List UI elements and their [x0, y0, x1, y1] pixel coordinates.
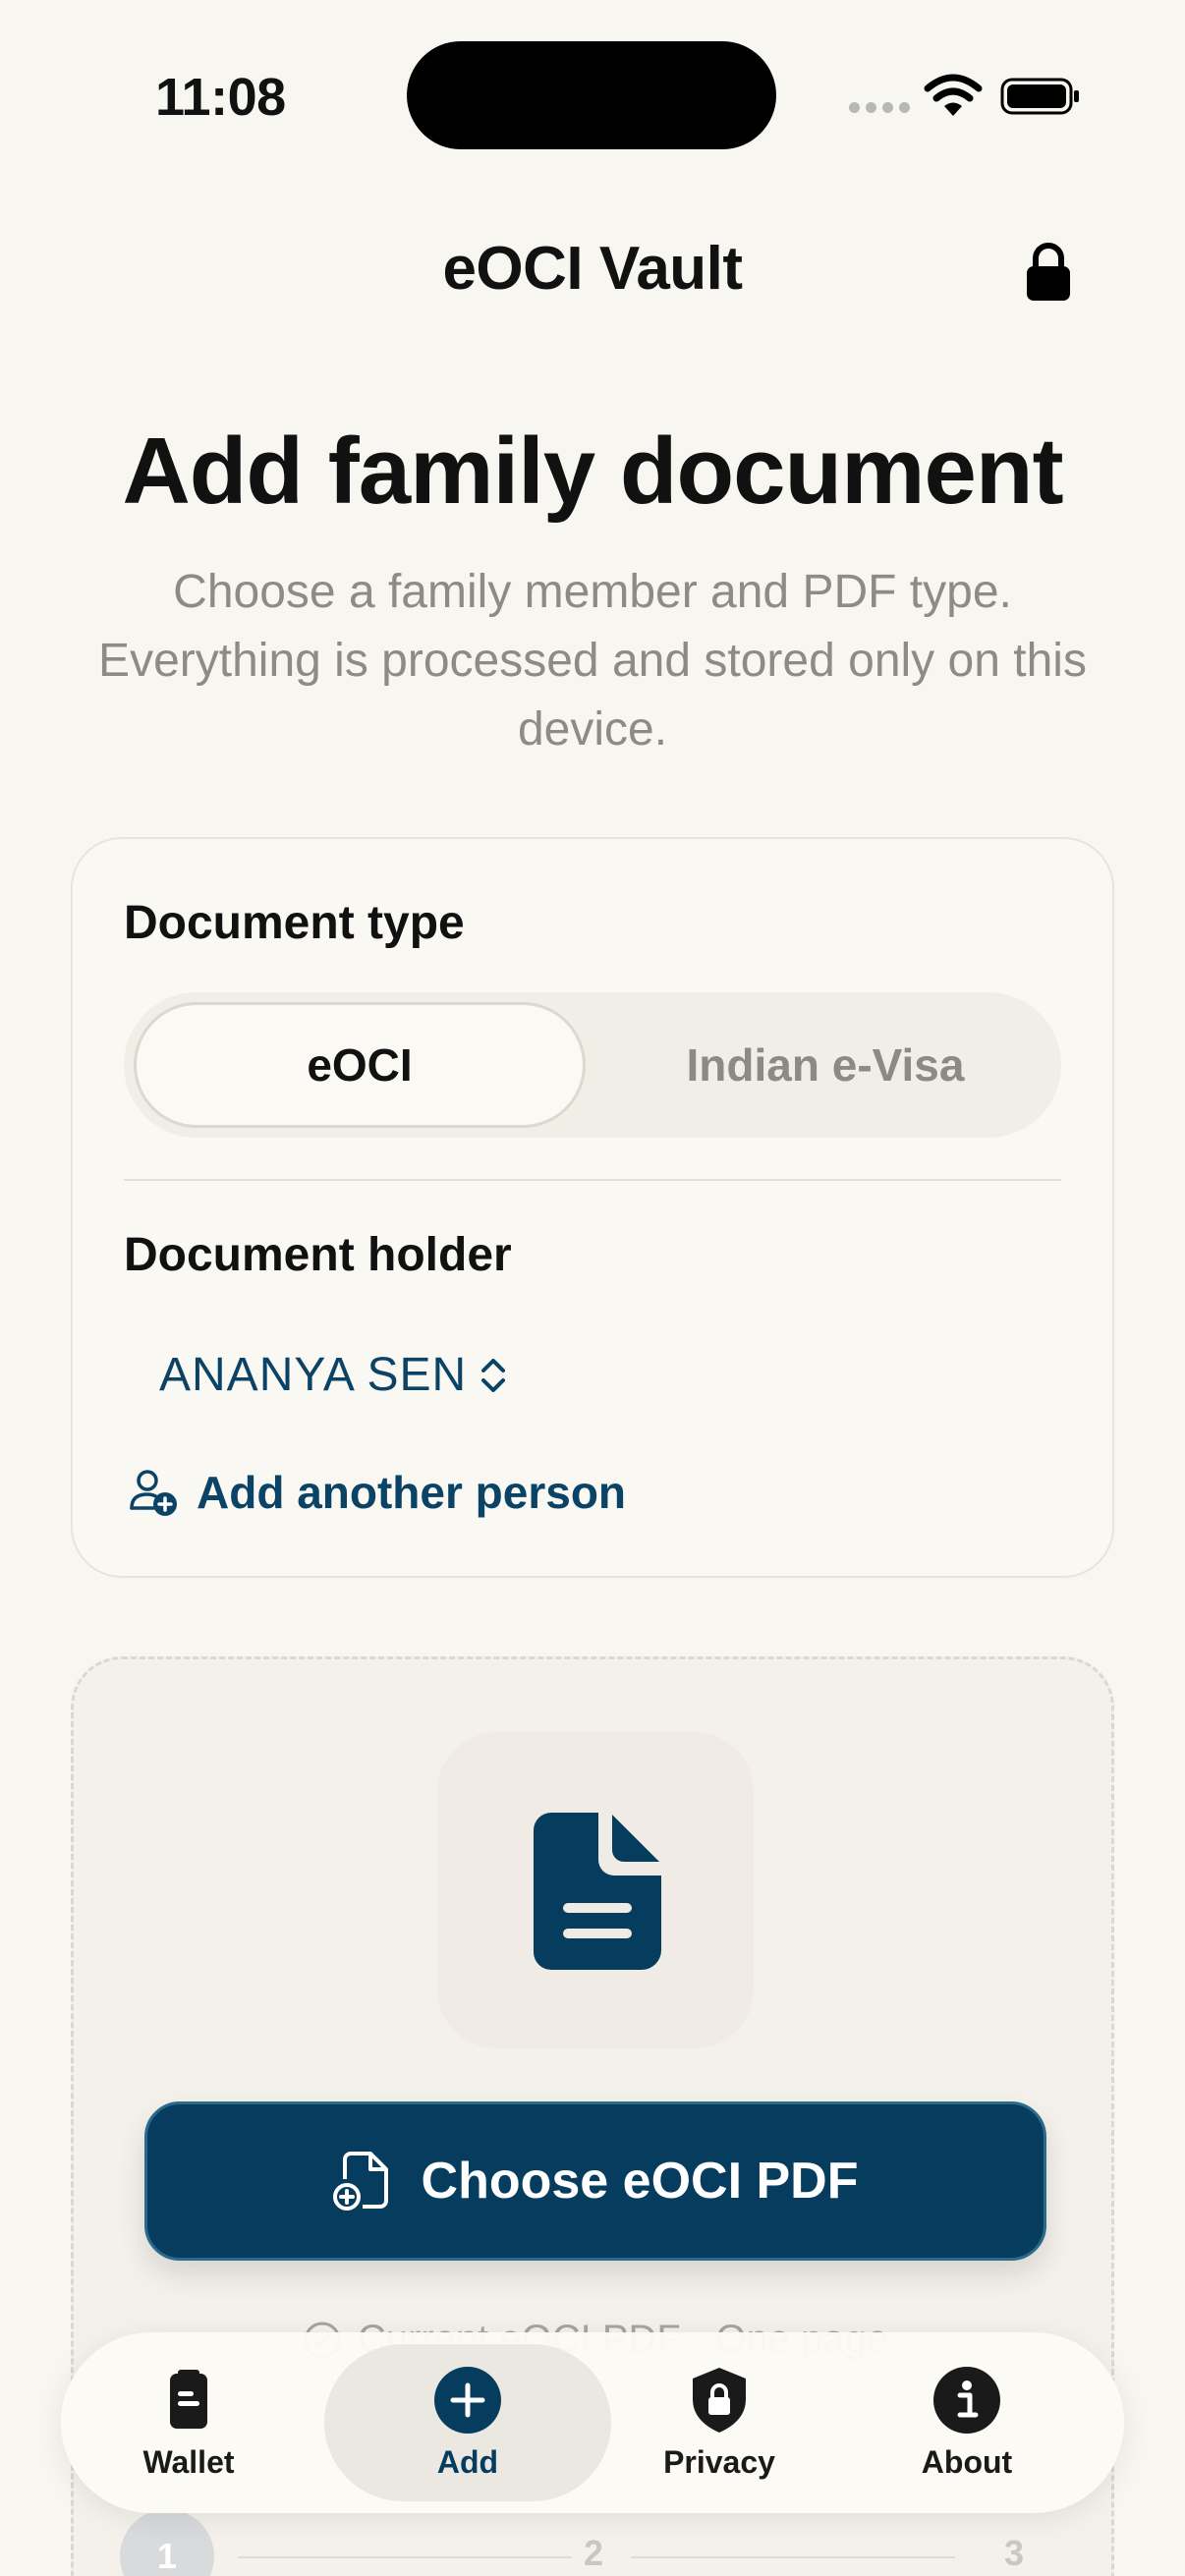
- step-2: 2: [584, 2533, 604, 2573]
- tab-bar: Wallet Add Privacy About: [61, 2332, 1124, 2513]
- tab-privacy-label: Privacy: [663, 2443, 775, 2480]
- step-1: 1: [120, 2509, 214, 2576]
- tab-add-label: Add: [436, 2443, 499, 2480]
- tab-about-label: About: [921, 2443, 1013, 2480]
- cellular-signal-icon: [849, 102, 910, 113]
- wifi-icon: [924, 74, 983, 116]
- choose-pdf-button[interactable]: Choose eOCI PDF: [144, 2101, 1046, 2261]
- holder-picker[interactable]: ANANYA SEN: [159, 1348, 508, 1402]
- wallet-icon: [170, 2369, 207, 2429]
- document-add-icon: [332, 2152, 388, 2211]
- tab-wallet-label: Wallet: [142, 2443, 235, 2480]
- plus-circle-icon: [434, 2366, 501, 2434]
- add-another-person-button[interactable]: Add another person: [128, 1466, 626, 1519]
- page-title: Add family document: [122, 419, 1063, 524]
- choose-pdf-label: Choose eOCI PDF: [421, 2153, 859, 2210]
- document-icon: [534, 1813, 661, 1970]
- document-holder-label: Document holder: [124, 1229, 512, 1281]
- step-connector: [631, 2556, 955, 2558]
- tab-privacy[interactable]: Privacy: [621, 2332, 818, 2513]
- segment-eoci[interactable]: eOCI: [134, 1002, 586, 1128]
- info-circle-icon: [933, 2366, 1000, 2434]
- section-divider: [124, 1179, 1061, 1181]
- segment-indian-evisa[interactable]: Indian e-Visa: [599, 1002, 1051, 1128]
- tab-add[interactable]: Add: [324, 2344, 611, 2501]
- page-subtitle: Choose a family member and PDF type. Eve…: [98, 566, 1087, 756]
- nav-title: eOCI Vault: [442, 235, 743, 303]
- document-type-segmented-control: eOCI Indian e-Visa: [124, 992, 1061, 1138]
- dynamic-island: [407, 41, 776, 149]
- step-connector: [238, 2556, 572, 2558]
- add-another-person-label: Add another person: [197, 1467, 627, 1518]
- document-type-label: Document type: [124, 897, 465, 949]
- add-document-screen: 11:08 eOCI Vault Add family document Cho…: [0, 0, 1185, 2576]
- tab-wallet[interactable]: Wallet: [90, 2332, 287, 2513]
- lock-icon[interactable]: [1022, 242, 1075, 303]
- progress-stepper: 1 2 3: [120, 2509, 1063, 2576]
- tab-about[interactable]: About: [869, 2332, 1065, 2513]
- document-settings-card: Document type eOCI Indian e-Visa Documen…: [71, 837, 1114, 1578]
- step-3: 3: [1004, 2533, 1025, 2573]
- status-time: 11:08: [155, 68, 286, 127]
- shield-lock-icon: [693, 2367, 746, 2433]
- battery-icon: [1000, 78, 1079, 115]
- holder-name: ANANYA SEN: [159, 1349, 468, 1401]
- chevron-up-down-icon: [481, 1358, 506, 1392]
- person-add-icon: [130, 1470, 177, 1516]
- document-tile: [437, 1732, 754, 2048]
